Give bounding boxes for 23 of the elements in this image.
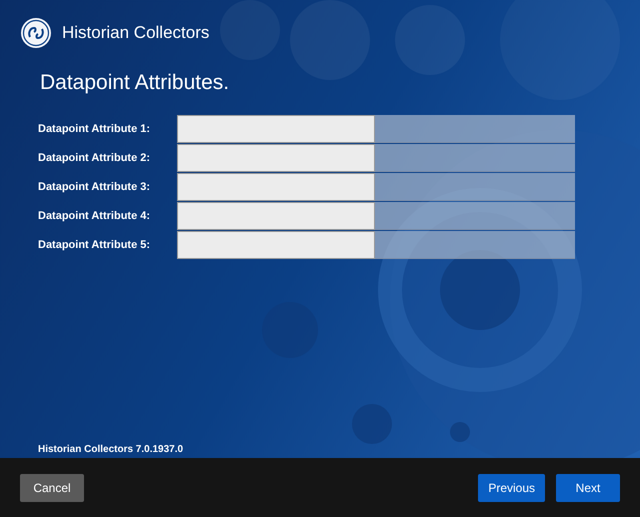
nav-button[interactable]: Next [556, 474, 620, 502]
attribute-name-field[interactable] [177, 202, 375, 230]
attribute-label: Datapoint Attribute 2: [38, 150, 152, 166]
attribute-value-field[interactable] [375, 115, 575, 143]
attribute-label: Datapoint Attribute 4: [38, 208, 152, 224]
attribute-name-field[interactable] [177, 231, 375, 259]
attribute-label: Datapoint Attribute 1: [38, 122, 152, 137]
cancel-button[interactable]: Cancel [20, 474, 84, 502]
page-heading: Datapoint Attributes. [40, 70, 230, 96]
attribute-name-field[interactable] [177, 115, 375, 143]
nav-button[interactable]: Previous [478, 474, 545, 502]
attribute-value-field[interactable] [375, 144, 575, 172]
attribute-value-field[interactable] [375, 231, 575, 259]
app-title: Historian Collectors [62, 22, 210, 44]
attribute-label: Datapoint Attribute 3: [38, 180, 152, 195]
attribute-value-field[interactable] [375, 202, 575, 230]
attribute-name-field[interactable] [177, 173, 375, 201]
logo-icon [20, 17, 52, 49]
decorative-circle [450, 422, 470, 442]
version-text: Historian Collectors 7.0.1937.0 [38, 443, 184, 457]
attribute-value-field[interactable] [375, 173, 575, 201]
attribute-label: Datapoint Attribute 5: [38, 238, 152, 253]
attribute-name-field[interactable] [177, 144, 375, 172]
